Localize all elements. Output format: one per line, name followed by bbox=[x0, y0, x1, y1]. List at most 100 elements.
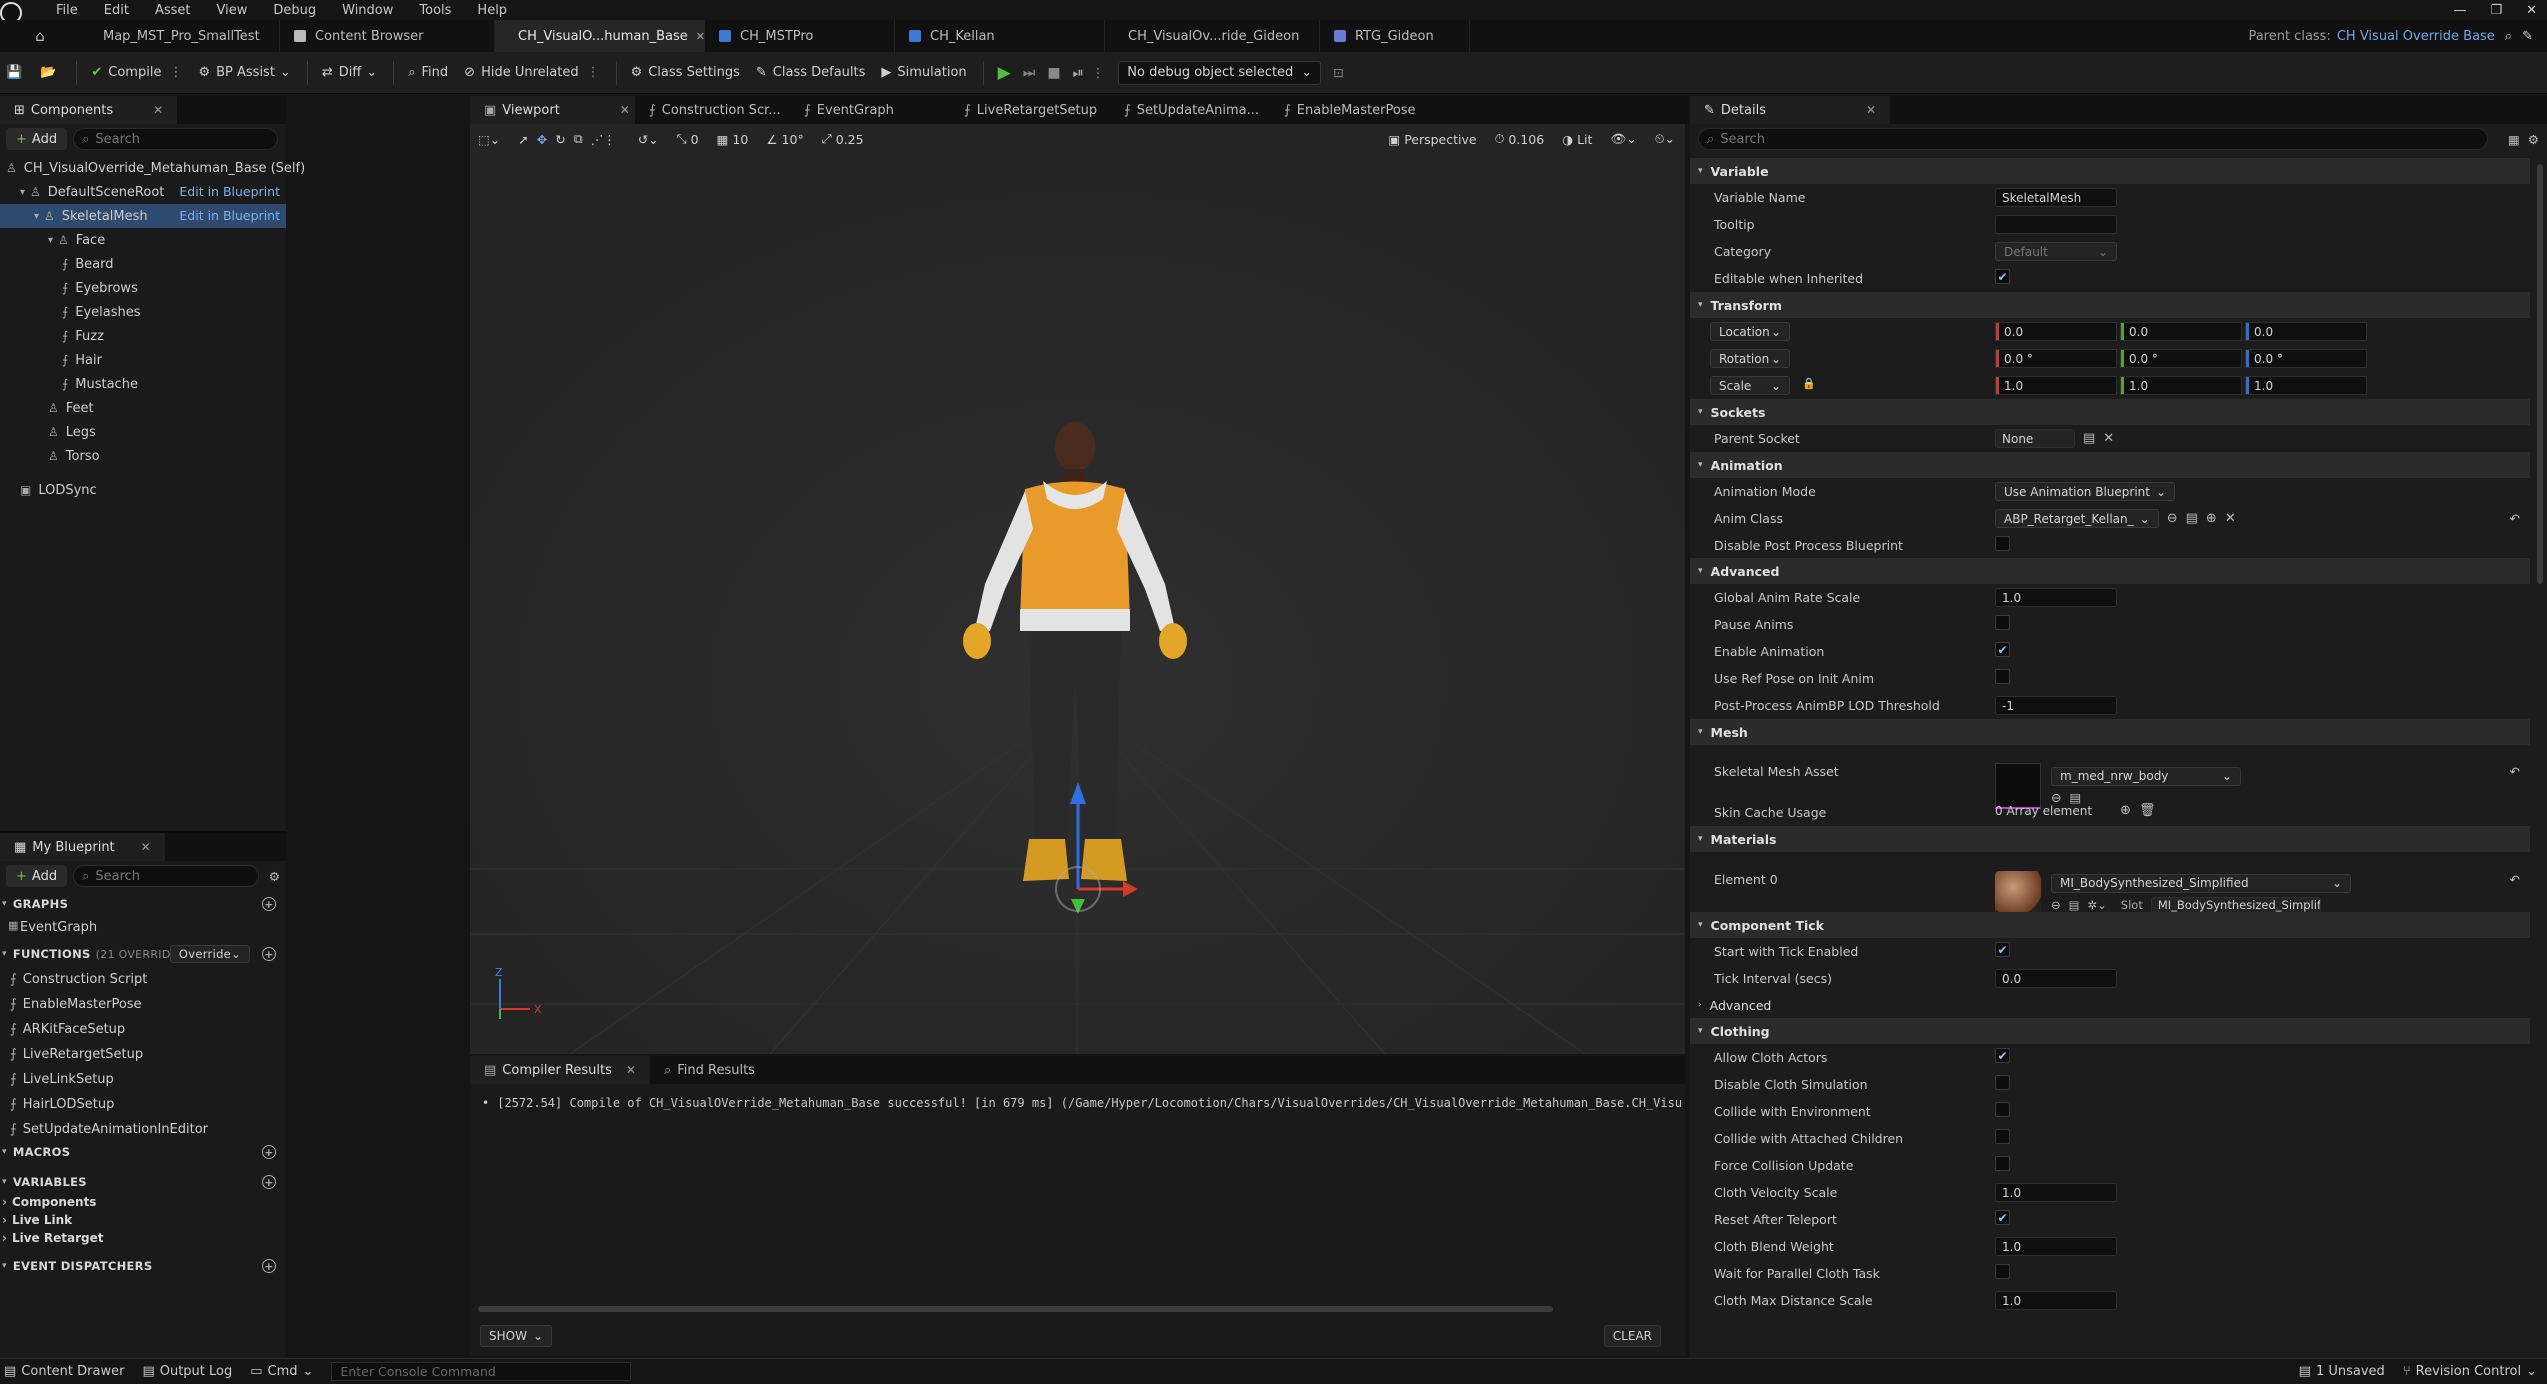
details-section-component_tick[interactable]: ▾ Component Tick bbox=[1690, 912, 2530, 938]
browse-icon[interactable]: ▤ bbox=[2069, 898, 2080, 912]
location-y-field[interactable]: 0.0 bbox=[2120, 322, 2242, 341]
parent-socket-field[interactable]: None bbox=[1995, 429, 2075, 448]
component-item[interactable]: ⨍ Beard bbox=[62, 252, 114, 276]
add-component-button[interactable]: + Add bbox=[6, 128, 68, 150]
reset-icon[interactable]: ↶ bbox=[2510, 872, 2520, 887]
component-item[interactable]: ♙ Torso bbox=[48, 444, 100, 468]
details-section-animation[interactable]: ▾ Animation bbox=[1690, 452, 2530, 478]
horizontal-scrollbar[interactable] bbox=[478, 1306, 1553, 1312]
menu-help[interactable]: Help bbox=[477, 3, 507, 18]
select-mode-icon[interactable]: ⬚⌄ bbox=[478, 132, 500, 147]
function-item[interactable]: ⨍ LiveRetargetSetup bbox=[10, 1042, 143, 1066]
class-defaults-button[interactable]: ✎ Class Defaults bbox=[756, 65, 866, 80]
function-item[interactable]: ⨍ SetUpdateAnimationInEditor bbox=[10, 1117, 208, 1141]
menu-tools[interactable]: Tools bbox=[419, 3, 451, 18]
eject-icon[interactable]: ⏯ bbox=[1073, 65, 1084, 81]
scale-icon[interactable]: ⧉ bbox=[574, 131, 583, 147]
variable_name-field[interactable]: SkeletalMesh bbox=[1995, 188, 2117, 207]
graph-tab[interactable]: ⨍ EventGraph bbox=[790, 96, 950, 124]
collide_env-checkbox[interactable] bbox=[1995, 1102, 2010, 1117]
surface-snap-icon[interactable]: ⋰⋮ bbox=[591, 132, 616, 147]
component-item[interactable]: ♙ Feet bbox=[48, 396, 94, 420]
blend_weight-field[interactable]: 1.0 bbox=[1995, 1237, 2117, 1256]
doc-tab[interactable]: CH_MSTPro bbox=[705, 20, 895, 52]
grid-snap-icon[interactable]: ▦ bbox=[717, 132, 729, 147]
move-icon[interactable]: ✥ bbox=[537, 132, 547, 147]
details-section-variable[interactable]: ▾ Variable bbox=[1690, 158, 2530, 184]
details-section-materials[interactable]: ▾ Materials bbox=[1690, 826, 2530, 852]
rotation-y-field[interactable]: 0.0 ° bbox=[2120, 349, 2242, 368]
section-dispatchers_header[interactable]: ▾ EVENT DISPATCHERS + bbox=[0, 1255, 286, 1277]
class-settings-button[interactable]: ⚙ Class Settings bbox=[631, 65, 740, 80]
use-icon[interactable]: ⊖ bbox=[2051, 898, 2061, 912]
editable-checkbox[interactable]: ✔ bbox=[1995, 269, 2010, 284]
add-icon[interactable]: + bbox=[262, 1175, 276, 1189]
component-item[interactable]: ▾ ♙ DefaultSceneRoot bbox=[20, 180, 164, 204]
play-icon[interactable]: ▶ bbox=[998, 63, 1011, 83]
bp-assist-button[interactable]: ⚙ BP Assist ⌄ bbox=[198, 65, 290, 80]
edit-in-blueprint-link[interactable]: Edit in Blueprint bbox=[179, 184, 280, 199]
component-item[interactable]: ⨍ Hair bbox=[62, 348, 102, 372]
settings-icon[interactable]: ⚙ bbox=[2528, 132, 2539, 147]
function-item[interactable]: ⨍ Construction Script bbox=[10, 967, 147, 991]
use-icon[interactable]: ⊖ bbox=[2167, 511, 2178, 526]
add-icon[interactable]: ⊕ bbox=[2206, 511, 2217, 526]
unsaved-button[interactable]: ▤ 1 Unsaved bbox=[2299, 1364, 2385, 1379]
section-macros_header[interactable]: ▾ MACROS + bbox=[0, 1141, 286, 1163]
max_dist-field[interactable]: 1.0 bbox=[1995, 1291, 2117, 1310]
component-item[interactable]: ⨍ Eyelashes bbox=[62, 300, 141, 324]
doc-tab[interactable]: RTG_Gideon bbox=[1320, 20, 1470, 52]
start_tick-checkbox[interactable]: ✔ bbox=[1995, 942, 2010, 957]
tab-details[interactable]: ✎ Details ✕ bbox=[1690, 96, 1891, 124]
edit-in-blueprint-link[interactable]: Edit in Blueprint bbox=[179, 208, 280, 223]
scale-mode-dropdown[interactable]: Scale ⌄ bbox=[1710, 376, 1790, 395]
details-scrollbar[interactable] bbox=[2537, 164, 2543, 584]
details-section-transform[interactable]: ▾ Transform bbox=[1690, 292, 2530, 318]
graph-tab[interactable]: ⨍ Construction Scr... bbox=[635, 96, 790, 124]
hide-unrelated-button[interactable]: ⊘ Hide Unrelated ⋮ bbox=[464, 65, 599, 80]
graph-tab[interactable]: ⨍ SetUpdateAnima... bbox=[1110, 96, 1270, 124]
details-search-input[interactable]: ⌕ Search bbox=[1698, 128, 2488, 150]
function-item[interactable]: ⨍ EnableMasterPose bbox=[10, 992, 142, 1016]
diff-button[interactable]: ⇄ Diff ⌄ bbox=[322, 65, 377, 80]
viewport[interactable]: Z X ⬚⌄ ➚ ✥ ↻ ⧉ ⋰⋮ ↺⌄ ⤡ 0 ▦ 10 ∠ 10° ⤢ 0.25 ▣… bbox=[470, 124, 1685, 1054]
clear-icon[interactable]: ✕ bbox=[2225, 511, 2236, 526]
table-view-icon[interactable]: ▦ bbox=[2508, 132, 2520, 147]
collide_att-checkbox[interactable] bbox=[1995, 1129, 2010, 1144]
debug-filter-icon[interactable]: ⊡ bbox=[1333, 65, 1343, 80]
location-mode-dropdown[interactable]: Location ⌄ bbox=[1710, 322, 1790, 341]
details-section-tick-advanced[interactable]: › Advanced bbox=[1690, 992, 2530, 1018]
component-item[interactable]: ⨍ Fuzz bbox=[62, 324, 104, 348]
category-dropdown[interactable]: Default ⌄ bbox=[1995, 242, 2117, 261]
rotation-z-field[interactable]: 0.0 ° bbox=[2245, 349, 2367, 368]
debug-object-select[interactable]: No debug object selected ⌄ bbox=[1118, 60, 1322, 85]
menu-debug[interactable]: Debug bbox=[273, 3, 316, 18]
ref_pose-checkbox[interactable] bbox=[1995, 669, 2010, 684]
reset_tp-checkbox[interactable]: ✔ bbox=[1995, 1210, 2010, 1225]
console-input[interactable]: Enter Console Command bbox=[331, 1361, 632, 1381]
add-icon[interactable]: + bbox=[262, 1145, 276, 1159]
tick_interval-field[interactable]: 0.0 bbox=[1995, 969, 2117, 988]
clear-button[interactable]: CLEAR bbox=[1603, 1325, 1661, 1347]
graph-item[interactable]: EventGraph bbox=[20, 915, 97, 939]
allow_cloth-checkbox[interactable]: ✔ bbox=[1995, 1048, 2010, 1063]
clear-icon[interactable]: ✕ bbox=[2103, 431, 2114, 446]
output-tab[interactable]: ⌕ Find Results bbox=[650, 1056, 769, 1084]
doc-tab[interactable]: Content Browser bbox=[280, 20, 495, 52]
parent-class-link[interactable]: CH Visual Override Base bbox=[2337, 29, 2495, 44]
components-search-input[interactable]: ⌕ Search bbox=[73, 128, 279, 150]
rotate-icon[interactable]: ↻ bbox=[555, 132, 565, 147]
expand-arrow-icon[interactable]: ▾ bbox=[48, 235, 53, 246]
tab-my-blueprint[interactable]: ▦ My Blueprint ✕ bbox=[0, 833, 165, 861]
reset-icon[interactable]: ↶ bbox=[2510, 511, 2520, 526]
simulation-button[interactable]: ▶ Simulation bbox=[881, 65, 966, 80]
close-icon[interactable]: ✕ bbox=[626, 1063, 636, 1077]
scale-y-field[interactable]: 1.0 bbox=[2120, 376, 2242, 395]
lod_threshold-field[interactable]: -1 bbox=[1995, 696, 2117, 715]
browse-icon[interactable]: 📂 bbox=[40, 65, 56, 80]
anim_class-dropdown[interactable]: ABP_Retarget_Kellan_ ⌄ bbox=[1995, 509, 2159, 528]
blueprint-search-input[interactable]: ⌕ Search bbox=[73, 865, 259, 887]
tooltip-field[interactable] bbox=[1995, 215, 2117, 234]
rotation-snap-icon[interactable]: ∠ bbox=[766, 132, 777, 147]
browse-icon[interactable]: ▤ bbox=[2083, 431, 2095, 446]
